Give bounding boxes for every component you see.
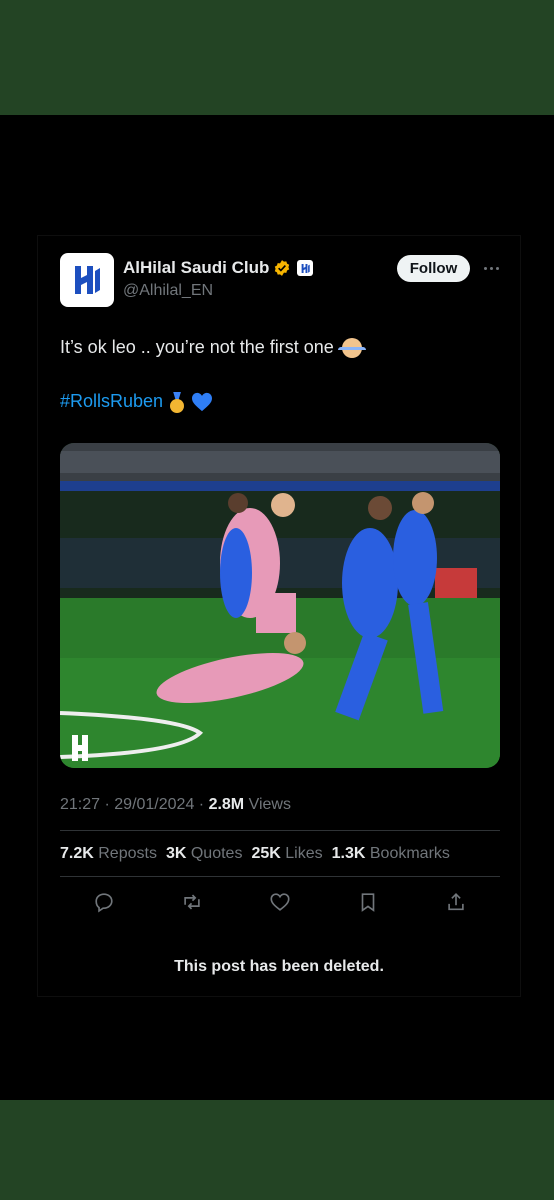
bookmark-icon[interactable] [356,890,380,914]
bottom-green-band [0,1100,554,1200]
stat-likes[interactable]: 25K Likes [251,845,322,863]
stat-label: Bookmarks [369,845,450,862]
author-handle[interactable]: @Alhilal_EN [123,282,213,300]
post-meta: 21:27 · 29/01/2024 · 2.8M Views [60,796,291,814]
repost-icon[interactable] [180,890,204,914]
stat-label: Likes [285,845,323,862]
post-time[interactable]: 21:27 [60,796,100,813]
gold-medal-emoji [169,392,185,413]
stat-label: Quotes [190,845,243,862]
stat-count: 7.2K [60,845,94,862]
divider [60,830,500,831]
views-label: Views [248,796,291,813]
person-shrugging-emoji [337,337,366,358]
stat-reposts[interactable]: 7.2K Reposts [60,845,157,863]
football-match-photo [60,443,500,768]
stat-count: 3K [165,845,187,862]
alhilal-logo-icon [75,266,100,294]
meta-separator: · [194,796,209,813]
post-date[interactable]: 29/01/2024 [114,796,194,813]
affiliate-badge-icon [297,260,314,276]
divider [60,876,500,877]
post-text-content: It’s ok leo .. you’re not the first one [60,337,334,357]
author-name[interactable]: AlHilal Saudi Club [123,258,269,278]
follow-button[interactable]: Follow [397,255,470,282]
action-bar [60,890,500,914]
top-green-band [0,0,554,115]
stat-bookmarks[interactable]: 1.3K Bookmarks [332,845,450,863]
post-text: It’s ok leo .. you’re not the first one [60,337,366,358]
hashtag-link[interactable]: #RollsRuben [60,391,163,412]
stat-count: 25K [251,845,281,862]
tweet-card: AlHilal Saudi Club @Alhilal_EN Follow It… [38,236,520,996]
meta-separator: · [100,796,115,813]
post-media-photo[interactable] [60,443,500,768]
verified-gold-icon [275,260,290,276]
share-icon[interactable] [444,890,468,914]
deleted-notice: This post has been deleted. [174,958,384,975]
more-options-icon[interactable] [480,259,502,277]
reply-icon[interactable] [92,890,116,914]
engagement-stats: 7.2K Reposts 3K Quotes 25K Likes 1.3K Bo… [60,845,450,863]
views-count: 2.8M [208,796,245,813]
stat-label: Reposts [98,845,157,862]
author-name-row: AlHilal Saudi Club [123,258,314,278]
avatar[interactable] [60,253,114,307]
stat-count: 1.3K [331,845,366,862]
like-icon[interactable] [268,890,292,914]
post-hashtag-line: #RollsRuben [60,391,213,413]
blue-heart-emoji [192,392,213,411]
stat-quotes[interactable]: 3K Quotes [166,845,243,863]
